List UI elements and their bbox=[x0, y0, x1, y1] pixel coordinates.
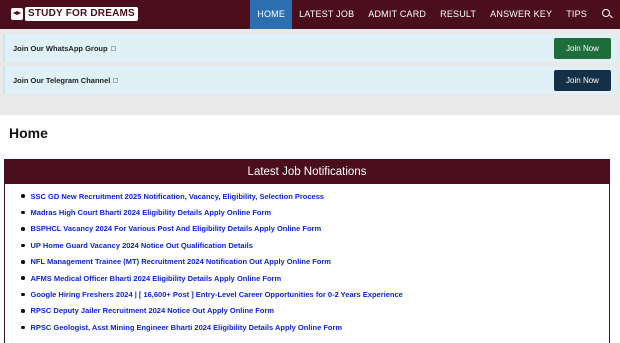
nav-result[interactable]: RESULT bbox=[433, 0, 483, 29]
main-nav: HOME LATEST JOB ADMIT CARD RESULT ANSWER… bbox=[250, 0, 620, 29]
join-section: Join Our WhatsApp Group Join Now Join Ou… bbox=[0, 29, 620, 115]
graduation-cap-icon bbox=[11, 8, 23, 20]
job-list: SSC GD New Recruitment 2025 Notification… bbox=[5, 184, 609, 336]
bullet-icon bbox=[21, 227, 25, 231]
whatsapp-join-button[interactable]: Join Now bbox=[554, 37, 611, 59]
job-link[interactable]: RPSC Geologist, Asst Mining Engineer Bha… bbox=[31, 323, 343, 332]
telegram-join-label: Join Our Telegram Channel bbox=[13, 76, 119, 85]
list-item: BSPHCL Vacancy 2024 For Various Post And… bbox=[21, 221, 609, 237]
main-content: Home Latest Job Notifications SSC GD New… bbox=[0, 115, 620, 343]
external-link-icon bbox=[110, 45, 116, 51]
job-link[interactable]: UP Home Guard Vacancy 2024 Notice Out Qu… bbox=[31, 241, 253, 250]
whatsapp-join-bar: Join Our WhatsApp Group Join Now bbox=[3, 34, 617, 62]
bullet-icon bbox=[21, 194, 25, 198]
nav-home[interactable]: HOME bbox=[250, 0, 293, 29]
list-item: RPSC Deputy Jailer Recruitment 2024 Noti… bbox=[21, 303, 609, 319]
job-link[interactable]: Madras High Court Bharti 2024 Eligibilit… bbox=[31, 208, 272, 217]
job-link[interactable]: SSC GD New Recruitment 2025 Notification… bbox=[31, 192, 325, 201]
bullet-icon bbox=[21, 210, 25, 215]
nav-tips[interactable]: TIPS bbox=[559, 0, 594, 29]
bullet-icon bbox=[21, 260, 25, 264]
bullet-icon bbox=[21, 292, 25, 297]
job-link[interactable]: Google Hiring Freshers 2024 | [ 16,600+ … bbox=[31, 290, 403, 299]
list-item: AFMS Medical Officer Bharti 2024 Eligibi… bbox=[21, 270, 609, 286]
list-item: RPSC Geologist, Asst Mining Engineer Bha… bbox=[21, 319, 609, 335]
nav-latest-job[interactable]: LATEST JOB bbox=[292, 0, 361, 29]
job-link[interactable]: NFL Management Trainee (MT) Recruitment … bbox=[31, 257, 331, 266]
list-item: Google Hiring Freshers 2024 | [ 16,600+ … bbox=[21, 286, 609, 302]
external-link-icon bbox=[113, 77, 119, 83]
site-logo[interactable]: STUDY FOR DREAMS bbox=[11, 7, 138, 21]
job-link[interactable]: RPSC Deputy Jailer Recruitment 2024 Noti… bbox=[31, 306, 275, 315]
nav-answer-key[interactable]: ANSWER KEY bbox=[483, 0, 559, 29]
list-item: SSC GD New Recruitment 2025 Notification… bbox=[21, 188, 609, 204]
list-item: UP Home Guard Vacancy 2024 Notice Out Qu… bbox=[21, 237, 609, 253]
latest-jobs-box: Latest Job Notifications SSC GD New Recr… bbox=[4, 159, 610, 343]
telegram-join-bar: Join Our Telegram Channel Join Now bbox=[3, 66, 617, 94]
telegram-join-button[interactable]: Join Now bbox=[554, 69, 611, 91]
nav-admit-card[interactable]: ADMIT CARD bbox=[361, 0, 433, 29]
whatsapp-join-label: Join Our WhatsApp Group bbox=[13, 44, 116, 53]
logo-text: STUDY FOR DREAMS bbox=[25, 7, 138, 21]
bullet-icon bbox=[21, 309, 25, 313]
page-title: Home bbox=[9, 125, 48, 141]
list-item: Madras High Court Bharti 2024 Eligibilit… bbox=[21, 204, 609, 220]
bullet-icon bbox=[21, 325, 25, 330]
latest-jobs-heading: Latest Job Notifications bbox=[5, 160, 609, 184]
list-item: NFL Management Trainee (MT) Recruitment … bbox=[21, 254, 609, 270]
bullet-icon bbox=[21, 243, 25, 248]
job-link[interactable]: BSPHCL Vacancy 2024 For Various Post And… bbox=[31, 224, 322, 233]
job-link[interactable]: AFMS Medical Officer Bharti 2024 Eligibi… bbox=[31, 274, 282, 283]
bullet-icon bbox=[21, 276, 25, 280]
search-icon[interactable] bbox=[594, 0, 620, 29]
top-navbar: STUDY FOR DREAMS HOME LATEST JOB ADMIT C… bbox=[0, 0, 620, 29]
